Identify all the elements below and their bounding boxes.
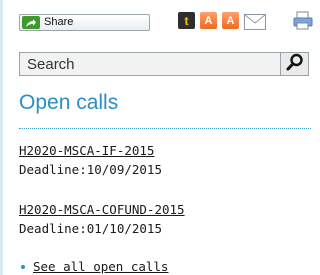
bullet-icon (21, 265, 25, 269)
share-label: Share (44, 16, 74, 28)
mail-icon[interactable] (244, 14, 266, 34)
bookmark-a2-icon[interactable]: A (222, 12, 239, 29)
search-button[interactable] (281, 52, 309, 76)
search-icon (286, 53, 304, 75)
divider (19, 128, 311, 129)
left-border (0, 0, 3, 275)
call-link-if-2015[interactable]: H2020-MSCA-IF-2015 (19, 143, 154, 159)
call-link-cofund-2015[interactable]: H2020-MSCA-COFUND-2015 (19, 202, 185, 218)
tumblr-icon[interactable]: t (178, 12, 195, 29)
bookmark-a-icon[interactable]: A (200, 12, 217, 29)
call-deadline: Deadline:10/09/2015 (19, 162, 162, 177)
call-deadline: Deadline:01/10/2015 (19, 221, 162, 236)
open-calls-title: Open calls (19, 91, 119, 114)
print-icon[interactable] (293, 11, 313, 35)
share-button[interactable]: Share (19, 14, 150, 31)
see-all-open-calls-link[interactable]: See all open calls (33, 259, 168, 275)
search-input[interactable] (19, 52, 281, 76)
share-icon (22, 16, 40, 29)
